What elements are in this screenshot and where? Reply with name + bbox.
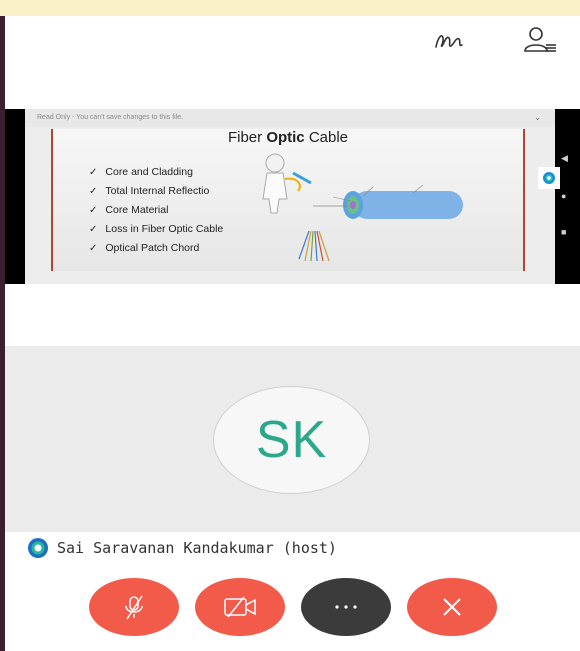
more-icon bbox=[335, 605, 357, 609]
shared-screen: Read Only - You can't save changes to th… bbox=[5, 109, 580, 284]
annotate-icon[interactable] bbox=[430, 20, 470, 60]
leave-meeting-button[interactable] bbox=[407, 578, 497, 636]
recents-icon[interactable]: ■ bbox=[561, 227, 566, 237]
avatar: SK bbox=[213, 386, 370, 494]
participant-video: SK bbox=[5, 346, 580, 532]
home-icon[interactable]: ● bbox=[561, 191, 566, 201]
slide-bullet: Core Material bbox=[89, 201, 223, 220]
slide-bullets: Core and Cladding Total Internal Reflect… bbox=[89, 163, 223, 258]
participant-name: Sai Saravanan Kandakumar (host) bbox=[57, 539, 337, 557]
slide: Fiber Optic Cable Core and Cladding Tota… bbox=[51, 129, 525, 271]
more-options-button[interactable] bbox=[301, 578, 391, 636]
video-off-button[interactable] bbox=[195, 578, 285, 636]
shared-slide-area: Fiber Optic Cable Core and Cladding Tota… bbox=[25, 127, 560, 284]
read-only-banner: Read Only - You can't save changes to th… bbox=[25, 109, 555, 127]
call-controls bbox=[0, 575, 580, 637]
status-strip bbox=[0, 0, 580, 16]
slide-title: Fiber Optic Cable bbox=[227, 129, 349, 146]
chevron-down-icon[interactable]: ⌄ bbox=[534, 109, 541, 127]
participants-icon[interactable] bbox=[520, 20, 560, 60]
system-nav: ◀ ● ■ bbox=[555, 109, 580, 284]
participant-name-bar: Sai Saravanan Kandakumar (host) bbox=[5, 534, 580, 562]
slide-bullet: Total Internal Reflectio bbox=[89, 182, 223, 201]
close-icon bbox=[443, 598, 461, 616]
top-toolbar bbox=[380, 20, 580, 60]
read-only-text: Read Only - You can't save changes to th… bbox=[37, 114, 184, 121]
fiber-cable-illustration bbox=[262, 153, 463, 262]
webex-logo-icon bbox=[28, 538, 48, 558]
mic-off-icon bbox=[125, 595, 143, 620]
video-off-icon bbox=[224, 596, 256, 618]
slide-bullet: Loss in Fiber Optic Cable bbox=[89, 220, 223, 239]
mute-button[interactable] bbox=[89, 578, 179, 636]
slide-bullet: Optical Patch Chord bbox=[89, 239, 223, 258]
back-icon[interactable]: ◀ bbox=[561, 153, 568, 164]
slide-bullet: Core and Cladding bbox=[89, 163, 223, 182]
